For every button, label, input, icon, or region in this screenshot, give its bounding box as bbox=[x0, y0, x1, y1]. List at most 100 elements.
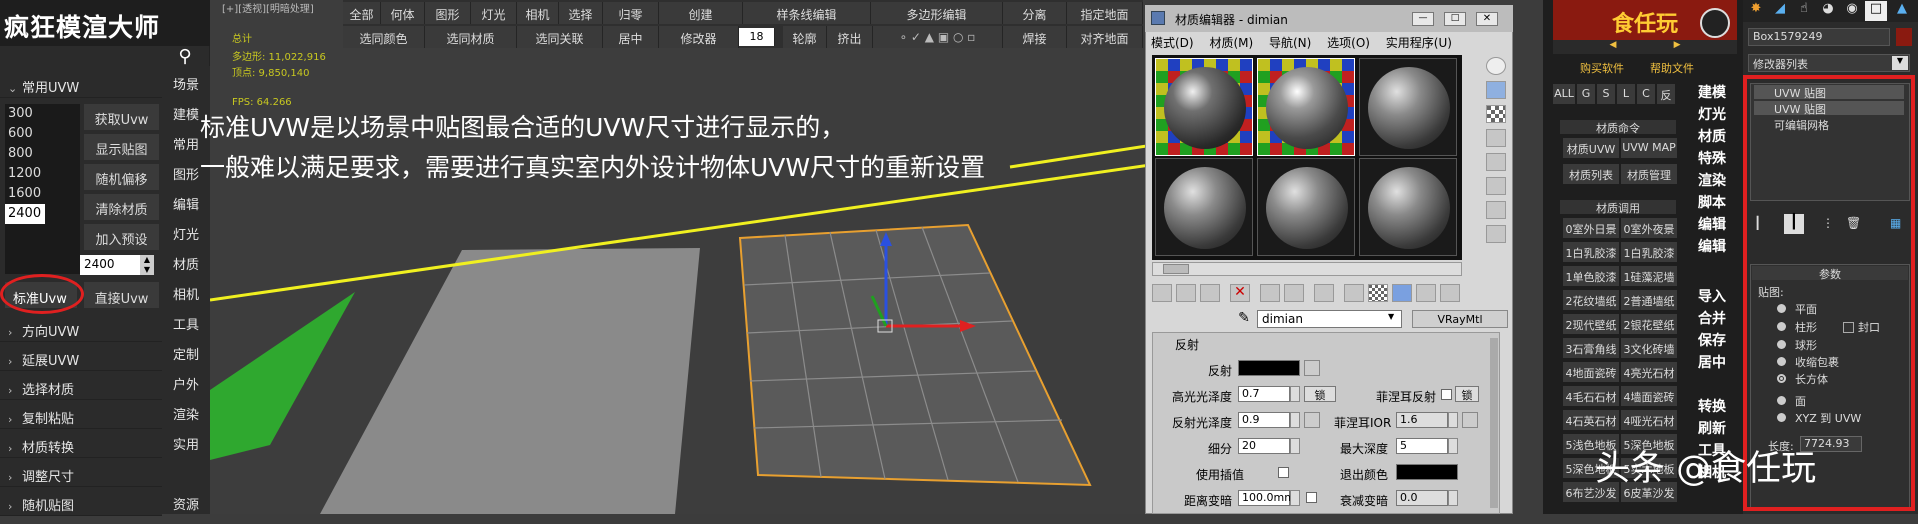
category-light[interactable]: 灯光 bbox=[162, 224, 210, 254]
uv-tiling-icon[interactable] bbox=[1486, 129, 1506, 147]
material-preset-button[interactable]: 4毛石石材 bbox=[1563, 386, 1619, 406]
fresnel-ior-field[interactable]: 1.6 bbox=[1396, 412, 1448, 428]
spinner-icon[interactable] bbox=[1290, 386, 1300, 402]
category-outdoor[interactable]: 户外 bbox=[162, 374, 210, 404]
dist-dim-field[interactable]: 100.0mm bbox=[1238, 490, 1295, 506]
refl-gloss-field[interactable]: 0.9 bbox=[1238, 412, 1290, 428]
category-resources[interactable]: 资源 bbox=[162, 494, 210, 524]
spinner-icon[interactable] bbox=[1448, 490, 1458, 506]
make-preview-icon[interactable] bbox=[1486, 177, 1506, 195]
nav-arrows-icon[interactable]: ◀ ▶ bbox=[1553, 40, 1737, 54]
library-category-button[interactable]: 渲染 bbox=[1693, 170, 1731, 192]
tool-lights[interactable]: 灯光 bbox=[471, 2, 517, 24]
library-category-button[interactable]: 刷新 bbox=[1693, 418, 1731, 440]
category-scene[interactable]: 场景 bbox=[162, 74, 210, 104]
buy-software-link[interactable]: 购买软件 bbox=[1580, 60, 1624, 76]
tool-weld[interactable]: 焊接 bbox=[1003, 26, 1067, 48]
dropdown-arrow-icon[interactable]: ▼ bbox=[1388, 312, 1400, 326]
material-preset-button[interactable]: 0室外日景 bbox=[1563, 218, 1619, 238]
extra-tab-icon[interactable]: ▲ bbox=[1891, 1, 1913, 21]
lock-button[interactable]: 锁 bbox=[1304, 386, 1336, 402]
minimize-icon[interactable]: — bbox=[1412, 12, 1434, 26]
tool-outline[interactable]: 轮廓 bbox=[783, 26, 827, 48]
library-category-button[interactable]: 合并 bbox=[1693, 308, 1731, 330]
section-select-material[interactable]: › 选择材质 bbox=[0, 374, 162, 400]
slots-scrollbar[interactable] bbox=[1152, 262, 1462, 276]
preset-item[interactable]: 300 bbox=[5, 104, 80, 124]
cmd-material-manage[interactable]: 材质管理 bbox=[1621, 164, 1677, 184]
tool-select-same-material[interactable]: 选同材质 bbox=[425, 26, 517, 48]
material-preset-button[interactable]: 4石英石材 bbox=[1563, 410, 1619, 430]
material-preset-button[interactable]: 2花纹墙纸 bbox=[1563, 290, 1619, 310]
section-material-convert[interactable]: › 材质转换 bbox=[0, 432, 162, 458]
menu-navigation[interactable]: 导航(N) bbox=[1269, 36, 1311, 50]
object-color-swatch[interactable] bbox=[1896, 28, 1912, 46]
put-to-library-icon[interactable] bbox=[1314, 284, 1334, 302]
material-preset-button[interactable]: 1白乳胶漆 bbox=[1563, 242, 1619, 262]
help-file-link[interactable]: 帮助文件 bbox=[1650, 60, 1694, 76]
preset-item[interactable]: 1200 bbox=[5, 164, 80, 184]
modify-tab-icon[interactable]: ◢ bbox=[1769, 1, 1791, 21]
material-id-icon[interactable] bbox=[1344, 284, 1364, 302]
section-random-map[interactable]: › 随机贴图 bbox=[0, 490, 162, 516]
uvw-size-spinner[interactable]: 2400 bbox=[80, 255, 140, 275]
filter-l[interactable]: L bbox=[1617, 84, 1635, 104]
dist-dim-checkbox[interactable] bbox=[1306, 492, 1317, 503]
tool-align-ground[interactable]: 对齐地面 bbox=[1067, 26, 1143, 48]
cmd-material-list[interactable]: 材质列表 bbox=[1563, 164, 1619, 184]
tool-shapes[interactable]: 图形 bbox=[425, 2, 471, 24]
tool-modifier[interactable]: 修改器 bbox=[659, 26, 739, 48]
get-uvw-button[interactable]: 获取Uvw bbox=[84, 104, 159, 130]
random-offset-button[interactable]: 随机偏移 bbox=[84, 164, 159, 190]
tool-poly-edit[interactable]: 多边形编辑 bbox=[871, 2, 1003, 24]
material-preset-button[interactable]: 4地面瓷砖 bbox=[1563, 362, 1619, 382]
library-category-button[interactable]: 编辑 bbox=[1693, 214, 1731, 236]
material-name-field[interactable]: dimian bbox=[1257, 310, 1402, 328]
menu-material[interactable]: 材质(M) bbox=[1209, 36, 1253, 50]
show-map-in-viewport-icon[interactable] bbox=[1368, 284, 1388, 302]
tool-assign-ground[interactable]: 指定地面 bbox=[1067, 2, 1143, 24]
modifier-list-dropdown[interactable]: 修改器列表 bbox=[1748, 54, 1910, 72]
preset-item[interactable]: 1600 bbox=[5, 184, 80, 204]
reset-map-icon[interactable]: ✕ bbox=[1230, 284, 1250, 302]
go-to-parent-icon[interactable] bbox=[1416, 284, 1436, 302]
tool-cameras[interactable]: 相机 bbox=[517, 2, 559, 24]
sample-slot[interactable] bbox=[1155, 58, 1253, 156]
object-name-field[interactable]: Box1579249 bbox=[1748, 28, 1890, 46]
add-preset-button[interactable]: 加入预设 bbox=[84, 224, 159, 250]
sample-slot[interactable] bbox=[1155, 158, 1253, 256]
category-utility[interactable]: 实用 bbox=[162, 434, 210, 464]
video-color-icon[interactable] bbox=[1486, 153, 1506, 171]
category-edit[interactable]: 编辑 bbox=[162, 194, 210, 224]
put-to-scene-icon[interactable] bbox=[1176, 284, 1196, 302]
sample-type-icon[interactable] bbox=[1486, 57, 1506, 75]
tool-select-same-instance[interactable]: 选同关联 bbox=[517, 26, 603, 48]
spinner-icon[interactable] bbox=[1290, 412, 1300, 428]
use-interp-checkbox[interactable] bbox=[1278, 467, 1289, 478]
tool-create[interactable]: 创建 bbox=[659, 2, 743, 24]
tool-select[interactable]: 选择 bbox=[559, 2, 603, 24]
library-category-button[interactable]: 导入 bbox=[1693, 286, 1731, 308]
subdivs-field[interactable]: 20 bbox=[1238, 438, 1290, 454]
tool-poly-icons[interactable]: ∘ ✓ ▲ ▣ ○ ▫ bbox=[873, 26, 1003, 48]
category-material[interactable]: 材质 bbox=[162, 254, 210, 284]
fresnel-lock-button[interactable]: 锁 bbox=[1455, 386, 1479, 402]
tool-select-same-color[interactable]: 选同颜色 bbox=[343, 26, 425, 48]
menu-mode[interactable]: 模式(D) bbox=[1151, 36, 1194, 50]
cmd-material-uvw[interactable]: 材质UVW bbox=[1563, 138, 1619, 158]
eyedropper-icon[interactable]: ✎ bbox=[1235, 310, 1253, 328]
go-forward-icon[interactable] bbox=[1440, 284, 1460, 302]
filter-s[interactable]: S bbox=[1597, 84, 1615, 104]
hilight-gloss-field[interactable]: 0.7 bbox=[1238, 386, 1290, 402]
material-preset-button[interactable]: 2现代壁纸 bbox=[1563, 314, 1619, 334]
assign-material-icon[interactable] bbox=[1200, 284, 1220, 302]
spinner-icon[interactable] bbox=[1290, 438, 1300, 454]
library-category-button[interactable]: 材质 bbox=[1693, 126, 1731, 148]
viewport-label[interactable]: [+][透视][明暗处理] bbox=[222, 0, 314, 15]
spinner-arrows-icon[interactable]: ▲ ▼ bbox=[140, 255, 154, 275]
filter-c[interactable]: C bbox=[1637, 84, 1655, 104]
reflect-map-button[interactable] bbox=[1304, 360, 1320, 376]
reflect-color-swatch[interactable] bbox=[1238, 360, 1300, 376]
menu-options[interactable]: 选项(O) bbox=[1327, 36, 1370, 50]
tool-extrude[interactable]: 挤出 bbox=[827, 26, 873, 48]
